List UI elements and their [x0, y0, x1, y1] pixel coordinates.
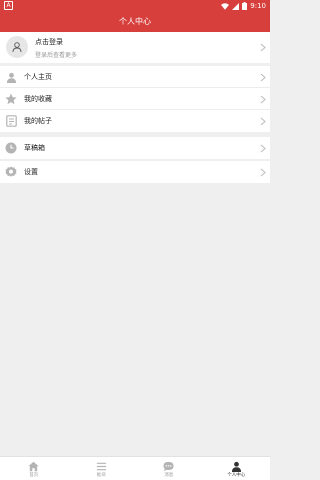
chevron-right-icon: [260, 43, 266, 52]
menu-item-label: 设置: [24, 168, 38, 176]
signal-icon: [232, 2, 240, 10]
home-icon: [28, 460, 40, 472]
chevron-right-icon: [260, 168, 266, 177]
tab-label: 首页: [29, 473, 39, 478]
menu-item-homepage[interactable]: 个人主页: [0, 66, 270, 88]
chevron-right-icon: [260, 95, 266, 104]
clock-icon: [5, 142, 17, 154]
menu-item-label: 我的收藏: [24, 95, 52, 103]
avatar[interactable]: [6, 36, 28, 58]
status-bar: A 9:10: [0, 0, 270, 12]
battery-icon: [242, 2, 248, 10]
login-subtitle: 登录后查看更多: [35, 52, 78, 59]
tab-label: 消息: [164, 473, 174, 478]
person-icon: [230, 460, 242, 472]
menu-group-settings: 设置: [0, 161, 270, 183]
wifi-icon: [221, 2, 230, 10]
tab-home[interactable]: 首页: [0, 457, 68, 480]
menu-item-label: 草稿箱: [24, 144, 45, 152]
chevron-right-icon: [260, 144, 266, 153]
menu-item-label: 我的帖子: [24, 117, 52, 125]
tab-messages[interactable]: 消息: [135, 457, 203, 480]
menu-item-label: 个人主页: [24, 73, 52, 81]
tab-profile[interactable]: 个人中心: [203, 457, 271, 480]
star-icon: [5, 93, 17, 105]
notification-icon: A: [4, 1, 13, 10]
message-icon: [163, 460, 175, 472]
login-card[interactable]: 点击登录 登录后查看更多: [0, 32, 270, 63]
user-icon: [12, 42, 22, 53]
list-icon: [95, 460, 107, 472]
tab-label: 板块: [96, 473, 106, 478]
menu-group-profile: 个人主页 我的收藏 我的帖子: [0, 66, 270, 132]
chevron-right-icon: [260, 117, 266, 126]
app-bar: 个人中心: [0, 12, 270, 32]
tab-sections[interactable]: 板块: [68, 457, 136, 480]
gear-icon: [5, 166, 17, 178]
tab-label: 个人中心: [227, 473, 246, 478]
menu-item-posts[interactable]: 我的帖子: [0, 110, 270, 132]
clock-time: 9:10: [250, 2, 266, 10]
page-title: 个人中心: [119, 17, 151, 26]
document-icon: [5, 115, 17, 127]
bottom-tab-bar: 首页 板块 消息 个人中心: [0, 456, 270, 480]
person-icon: [5, 71, 17, 83]
menu-group-drafts: 草稿箱: [0, 137, 270, 159]
menu-item-settings[interactable]: 设置: [0, 161, 270, 183]
login-title: 点击登录: [35, 38, 63, 46]
chevron-right-icon: [260, 73, 266, 82]
menu-item-drafts[interactable]: 草稿箱: [0, 137, 270, 159]
menu-item-favorites[interactable]: 我的收藏: [0, 88, 270, 110]
